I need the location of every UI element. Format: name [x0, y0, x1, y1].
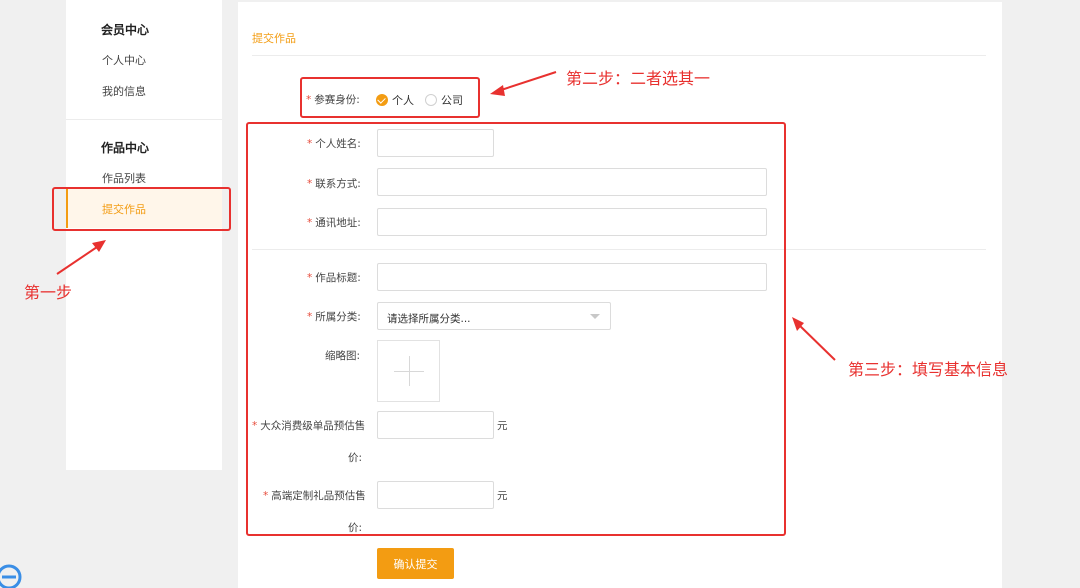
submit-button[interactable]: 确认提交 [377, 548, 454, 579]
step1-highlight-box [52, 187, 231, 231]
page-title: 提交作品 [252, 32, 296, 45]
brand-logo-icon [0, 564, 22, 588]
member-center-title: 会员中心 [101, 23, 150, 37]
step2-annotation: 第二步：二者选其一 [566, 69, 711, 88]
sidebar-item-personal-center[interactable]: 个人中心 [102, 52, 146, 68]
sidebar: 会员中心 个人中心 我的信息 作品中心 作品列表 提交作品 [66, 0, 222, 470]
step1-annotation: 第一步 [24, 283, 73, 302]
sidebar-item-works-list[interactable]: 作品列表 [102, 170, 146, 186]
title-divider [252, 55, 986, 56]
works-center-title: 作品中心 [101, 141, 150, 155]
step3-annotation: 第三步：填写基本信息 [848, 360, 1009, 379]
step2-highlight-box [300, 77, 480, 118]
step3-highlight-box [246, 122, 786, 536]
sidebar-divider [66, 119, 222, 120]
sidebar-item-my-info[interactable]: 我的信息 [102, 83, 146, 99]
